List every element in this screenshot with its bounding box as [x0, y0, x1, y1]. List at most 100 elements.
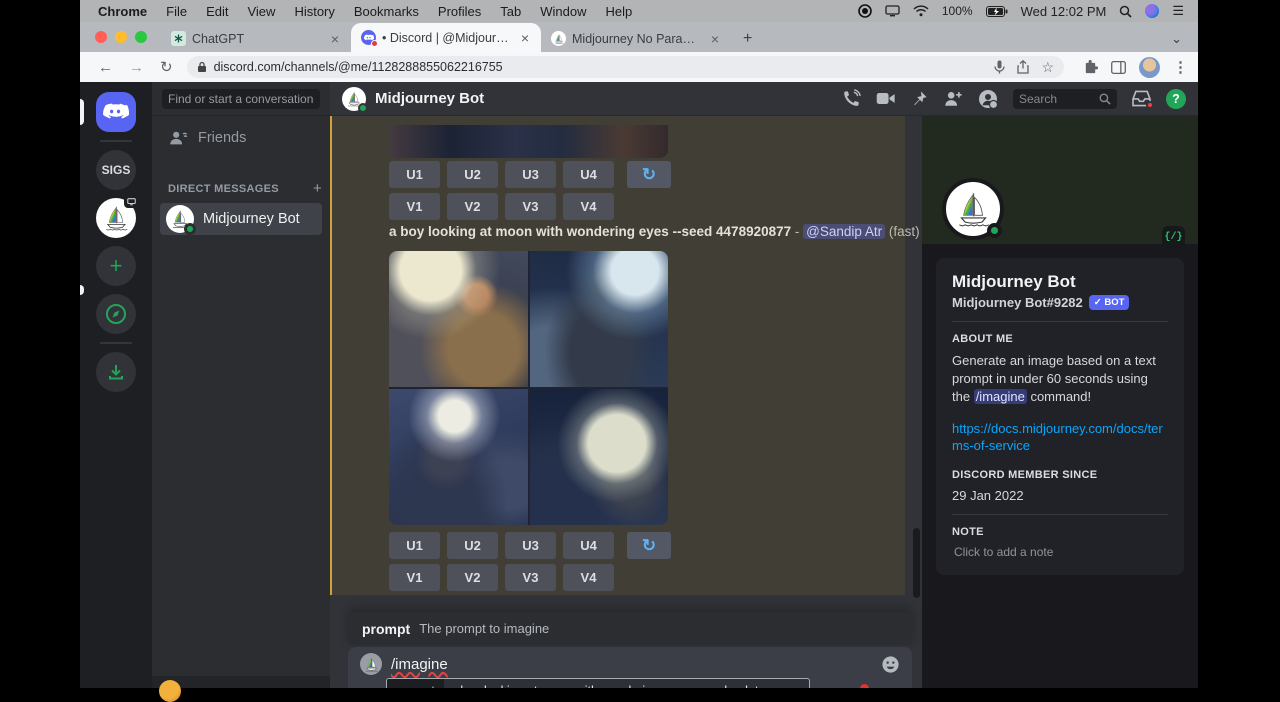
add-server-button[interactable]: +	[96, 246, 136, 286]
image-variant-2[interactable]	[530, 251, 669, 387]
upscale-button[interactable]: U1	[389, 161, 440, 188]
image-variant-4[interactable]	[530, 389, 669, 525]
url-text[interactable]: discord.com/channels/@me/112828885506221…	[214, 60, 983, 74]
discord-home-button[interactable]	[96, 92, 136, 132]
chat-scrollbar-thumb[interactable]	[913, 528, 920, 598]
profile-avatar[interactable]	[942, 178, 1004, 240]
new-tab-button[interactable]: +	[731, 25, 764, 52]
upscale-button[interactable]: U3	[505, 532, 556, 559]
screen-record-icon[interactable]	[858, 4, 872, 18]
tab-discord-active[interactable]: • Discord | @Midjourney Bot ×	[351, 23, 541, 52]
conversation-search-button[interactable]: Find or start a conversation	[162, 89, 320, 109]
menubar-menu[interactable]: Bookmarks	[354, 4, 419, 19]
upscale-button[interactable]: U2	[447, 532, 498, 559]
terms-of-service-link[interactable]: https://docs.midjourney.com/docs/terms-o…	[952, 420, 1168, 455]
upscale-button[interactable]: U1	[389, 532, 440, 559]
variation-button[interactable]: V1	[389, 564, 440, 591]
tab-close-icon[interactable]: ×	[519, 30, 531, 46]
emoji-picker-icon[interactable]	[881, 655, 900, 674]
menubar-menu[interactable]: Profiles	[438, 4, 481, 19]
tab-close-icon[interactable]: ×	[709, 31, 721, 47]
share-icon[interactable]	[1017, 60, 1029, 74]
pin-icon[interactable]	[911, 90, 928, 107]
tab-chatgpt[interactable]: ChatGPT ×	[161, 25, 351, 52]
display-icon[interactable]	[885, 5, 900, 17]
search-placeholder: Search	[1019, 92, 1057, 106]
control-center-icon[interactable]: ☰	[1172, 3, 1184, 19]
reload-button[interactable]: ↻	[152, 58, 181, 76]
tab-close-icon[interactable]: ×	[329, 31, 341, 47]
upscale-button[interactable]: U4	[563, 532, 614, 559]
dm-item-midjourney-bot[interactable]: Midjourney Bot	[160, 203, 322, 235]
zoom-window-button[interactable]	[135, 31, 147, 43]
upscale-button[interactable]: U2	[447, 161, 498, 188]
sidebar-item-friends[interactable]: Friends	[160, 124, 322, 152]
variation-button[interactable]: V3	[505, 193, 556, 220]
extensions-puzzle-icon[interactable]	[1083, 60, 1098, 75]
variation-button[interactable]: V2	[447, 564, 498, 591]
menubar-menu[interactable]: Chrome	[98, 4, 147, 19]
help-icon[interactable]: ?	[1166, 89, 1186, 109]
tab-overflow-chevron-icon[interactable]: ⌄	[1155, 25, 1198, 52]
note-header: NOTE	[952, 526, 1168, 538]
wifi-icon[interactable]	[913, 5, 929, 17]
voice-search-icon[interactable]	[994, 60, 1005, 74]
menubar-menu[interactable]: History	[294, 4, 334, 19]
minimize-window-button[interactable]	[115, 31, 127, 43]
chrome-profile-avatar[interactable]	[1139, 57, 1160, 78]
prompt-option-field[interactable]: prompt a boy looking at moon with wonder…	[386, 678, 810, 688]
variation-button[interactable]: V4	[563, 193, 614, 220]
variation-button[interactable]: V2	[447, 193, 498, 220]
inbox-icon[interactable]	[1132, 90, 1151, 107]
chrome-menu-dots-icon[interactable]: ⋮	[1173, 58, 1188, 76]
variation-button[interactable]: V4	[563, 564, 614, 591]
menubar-menu[interactable]: Edit	[206, 4, 228, 19]
menubar-menu[interactable]: View	[247, 4, 275, 19]
omnibox[interactable]: discord.com/channels/@me/112828885506221…	[187, 56, 1064, 78]
add-friend-to-dm-icon[interactable]	[943, 90, 963, 107]
explore-servers-button[interactable]	[96, 294, 136, 334]
option-label: prompt	[387, 679, 444, 688]
previous-image-grid-bottom[interactable]	[389, 125, 668, 158]
slash-commands-badge[interactable]: {/}	[1162, 226, 1185, 248]
upscale-button[interactable]: U3	[505, 161, 556, 188]
variation-button[interactable]: V3	[505, 564, 556, 591]
video-call-icon[interactable]	[876, 91, 896, 106]
rerun-button[interactable]: ↻	[627, 532, 671, 559]
back-button[interactable]: ←	[90, 59, 121, 76]
tab-midjourney-docs[interactable]: Midjourney No Parameter ×	[541, 25, 731, 52]
dm-section-header[interactable]: DIRECT MESSAGES +	[152, 180, 330, 197]
slash-command-autocomplete[interactable]: prompt The prompt to imagine	[348, 612, 912, 645]
menubar-menu[interactable]: Help	[606, 4, 633, 19]
download-icon	[106, 362, 126, 382]
bookmark-star-icon[interactable]: ☆	[1041, 59, 1054, 76]
download-apps-button[interactable]	[96, 352, 136, 392]
upscale-button[interactable]: U4	[563, 161, 614, 188]
midjourney-dm-rail-button[interactable]	[96, 198, 136, 238]
close-window-button[interactable]	[95, 31, 107, 43]
side-panel-icon[interactable]	[1111, 61, 1126, 74]
image-variant-1[interactable]	[389, 251, 528, 387]
siri-icon[interactable]	[1145, 4, 1159, 18]
variation-button[interactable]: V1	[389, 193, 440, 220]
server-sigs-button[interactable]: SIGS	[96, 150, 136, 190]
user-mention[interactable]: @Sandip Atr	[803, 224, 885, 239]
note-placeholder[interactable]: Click to add a note	[952, 545, 1168, 559]
image-variant-3[interactable]	[389, 389, 528, 525]
chat-search-input[interactable]: Search	[1013, 89, 1117, 109]
voice-call-icon[interactable]	[842, 89, 861, 108]
window-controls[interactable]	[80, 22, 161, 52]
menubar-menu[interactable]: Window	[540, 4, 586, 19]
chat-title: Midjourney Bot	[375, 90, 484, 107]
option-value[interactable]: a boy looking at moon with wondering eye…	[444, 684, 810, 688]
user-profile-icon[interactable]	[978, 89, 998, 109]
menubar-menu[interactable]: Tab	[500, 4, 521, 19]
spotlight-icon[interactable]	[1119, 5, 1132, 18]
generated-image-grid[interactable]	[389, 251, 668, 525]
menubar-menu[interactable]: File	[166, 4, 187, 19]
user-avatar[interactable]	[159, 680, 181, 702]
forward-button[interactable]: →	[121, 59, 152, 76]
rerun-button[interactable]: ↻	[627, 161, 671, 188]
create-dm-icon[interactable]: +	[313, 180, 322, 197]
message-input[interactable]: /imagine prompt a boy looking at moon wi…	[348, 647, 912, 688]
